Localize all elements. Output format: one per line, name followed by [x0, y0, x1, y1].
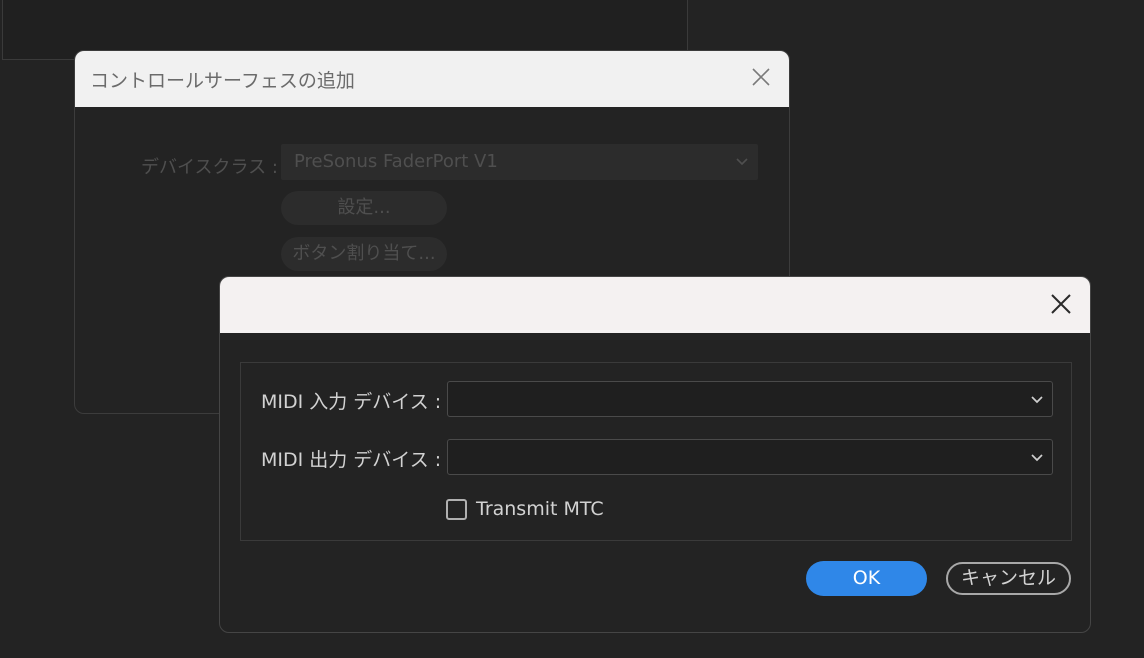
- transmit-mtc-checkbox[interactable]: [446, 498, 467, 520]
- back-dialog-titlebar: コントロールサーフェスの追加: [75, 51, 789, 107]
- button-assign-button[interactable]: ボタン割り当て...: [281, 237, 447, 271]
- front-dialog-titlebar: [220, 277, 1090, 333]
- device-class-label: デバイスクラス :: [141, 157, 278, 178]
- midi-input-label: MIDI 入力 デバイス :: [261, 391, 442, 413]
- midi-output-label: MIDI 出力 デバイス :: [261, 449, 442, 471]
- chevron-down-icon: [1031, 454, 1043, 462]
- close-icon[interactable]: [1048, 291, 1074, 317]
- close-icon[interactable]: [749, 65, 773, 89]
- midi-settings-group: MIDI 入力 デバイス : MIDI 出力 デバイス : Transmit M…: [240, 362, 1072, 541]
- transmit-mtc-row[interactable]: Transmit MTC: [446, 496, 604, 522]
- device-class-value: PreSonus FaderPort V1: [294, 151, 498, 172]
- chevron-down-icon: [1031, 396, 1043, 404]
- device-class-dropdown[interactable]: PreSonus FaderPort V1: [281, 144, 758, 180]
- settings-button[interactable]: 設定...: [281, 191, 447, 225]
- back-dialog-title: コントロールサーフェスの追加: [90, 70, 355, 92]
- midi-device-dialog: MIDI 入力 デバイス : MIDI 出力 デバイス : Transmit M…: [219, 276, 1091, 633]
- midi-input-select[interactable]: [447, 381, 1053, 417]
- chevron-down-icon: [736, 158, 748, 166]
- midi-output-select[interactable]: [447, 439, 1053, 475]
- cancel-button[interactable]: キャンセル: [946, 562, 1071, 595]
- transmit-mtc-label: Transmit MTC: [476, 498, 604, 520]
- ok-button[interactable]: OK: [806, 561, 927, 596]
